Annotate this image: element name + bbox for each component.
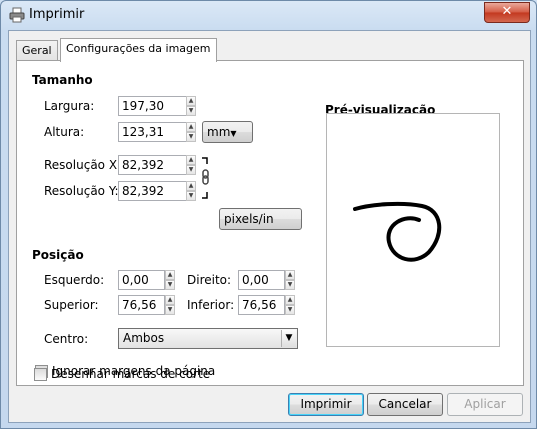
width-spinner[interactable]: ▲ ▼ <box>186 96 196 116</box>
resolution-y-spinner[interactable]: ▲ ▼ <box>186 181 196 201</box>
height-spinner[interactable]: ▲ ▼ <box>186 122 196 142</box>
bottom-spinner[interactable]: ▲ ▼ <box>285 295 295 315</box>
down-arrow-icon[interactable]: ▼ <box>165 305 175 315</box>
height-input[interactable]: 123,31 <box>118 122 189 142</box>
print-dialog: Imprimir ✕ Geral Configurações da imagem… <box>0 0 537 429</box>
left-spinner[interactable]: ▲ ▼ <box>165 270 175 290</box>
down-arrow-icon[interactable]: ▼ <box>186 165 196 175</box>
tab-image-settings[interactable]: Configurações da imagem <box>60 38 217 62</box>
position-heading: Posição <box>32 248 84 262</box>
print-button[interactable]: Imprimir <box>288 393 364 416</box>
down-arrow-icon[interactable]: ▼ <box>285 280 295 290</box>
up-arrow-icon[interactable]: ▲ <box>186 96 196 106</box>
chevron-down-icon: ▼ <box>281 330 296 347</box>
down-arrow-icon[interactable]: ▼ <box>165 280 175 290</box>
cancel-button[interactable]: Cancelar <box>367 393 443 416</box>
left-input[interactable]: 0,00 <box>118 270 165 290</box>
bottom-label: Inferior: <box>187 298 235 312</box>
resolution-x-label: Resolução X: <box>44 158 122 172</box>
crop-marks-label[interactable]: Desenhar marcas de corte <box>51 367 210 381</box>
right-spinner[interactable]: ▲ ▼ <box>285 270 295 290</box>
resolution-x-spinner[interactable]: ▲ ▼ <box>186 155 196 175</box>
right-input[interactable]: 0,00 <box>238 270 285 290</box>
tab-general[interactable]: Geral <box>16 40 58 61</box>
chain-link-icon[interactable] <box>199 156 213 202</box>
width-label: Largura: <box>44 99 95 113</box>
down-arrow-icon[interactable]: ▼ <box>285 305 295 315</box>
center-value: Ambos <box>123 331 165 345</box>
width-input[interactable]: 197,30 <box>118 96 189 116</box>
down-arrow-icon[interactable]: ▼ <box>186 191 196 201</box>
image-settings-panel: Tamanho Largura: 197,30 ▲ ▼ Altura: 123,3… <box>16 60 524 386</box>
height-label: Altura: <box>44 125 85 139</box>
down-arrow-icon[interactable]: ▼ <box>186 106 196 116</box>
bottom-input[interactable]: 76,56 <box>238 295 285 315</box>
dialog-body: Geral Configurações da imagem Tamanho La… <box>8 30 531 423</box>
up-arrow-icon[interactable]: ▲ <box>285 270 295 280</box>
size-heading: Tamanho <box>32 73 93 87</box>
printer-icon <box>9 7 25 23</box>
up-arrow-icon[interactable]: ▲ <box>186 155 196 165</box>
window-title: Imprimir <box>29 7 85 22</box>
down-arrow-icon[interactable]: ▼ <box>186 132 196 142</box>
resolution-unit-dropdown[interactable]: pixels/in <box>219 208 302 230</box>
close-button[interactable]: ✕ <box>484 2 530 23</box>
resolution-x-input[interactable]: 82,392 <box>118 155 189 175</box>
resolution-unit-value: pixels/in <box>224 212 274 226</box>
up-arrow-icon[interactable]: ▲ <box>186 181 196 191</box>
preview-image <box>353 201 442 262</box>
resolution-y-label: Resolução Y: <box>44 184 119 198</box>
apply-button[interactable]: Aplicar <box>447 393 523 416</box>
up-arrow-icon[interactable]: ▲ <box>186 122 196 132</box>
top-input[interactable]: 76,56 <box>118 295 165 315</box>
up-arrow-icon[interactable]: ▲ <box>285 295 295 305</box>
unit-value: mm <box>207 125 231 139</box>
center-label: Centro: <box>44 332 89 346</box>
resolution-y-input[interactable]: 82,392 <box>118 181 189 201</box>
preview-page <box>326 113 500 347</box>
chevron-down-icon: ▼ <box>230 129 237 138</box>
unit-dropdown[interactable]: mm▼ <box>202 121 253 143</box>
right-label: Direito: <box>187 273 232 287</box>
up-arrow-icon[interactable]: ▲ <box>165 270 175 280</box>
up-arrow-icon[interactable]: ▲ <box>165 295 175 305</box>
top-spinner[interactable]: ▲ ▼ <box>165 295 175 315</box>
title-bar[interactable]: Imprimir ✕ <box>1 1 536 29</box>
center-select[interactable]: Ambos ▼ <box>118 328 298 349</box>
top-label: Superior: <box>44 298 99 312</box>
crop-marks-checkbox[interactable] <box>34 368 47 381</box>
left-label: Esquerdo: <box>44 273 105 287</box>
